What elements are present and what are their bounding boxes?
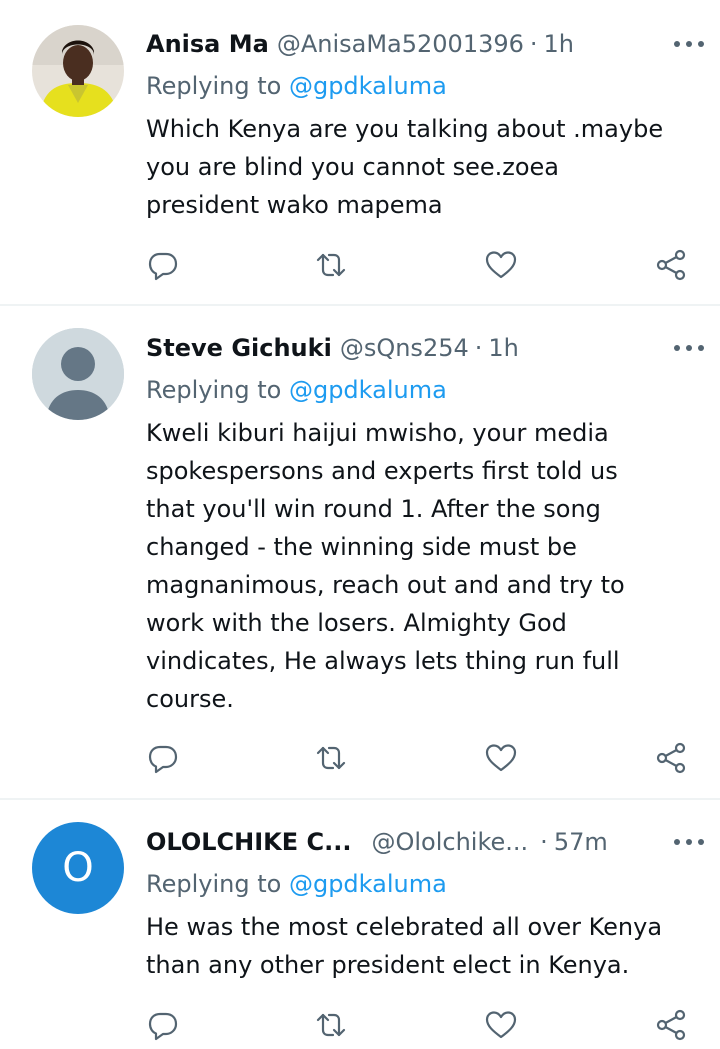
more-options-icon[interactable] [674, 837, 704, 847]
more-options-icon[interactable] [674, 39, 704, 49]
timestamp[interactable]: 1h [488, 334, 518, 362]
tweet-divider [0, 798, 720, 800]
comment-icon[interactable] [146, 248, 180, 282]
replying-to-mention[interactable]: @gpdkaluma [289, 376, 447, 404]
avatar[interactable] [32, 328, 124, 420]
tweet-actions [146, 248, 692, 282]
author-handle[interactable]: @Ololchike... [371, 828, 528, 856]
tweet-text: Which Kenya are you talking about .maybe… [146, 115, 664, 219]
tweet-actions [146, 1008, 692, 1042]
heart-icon[interactable] [484, 248, 518, 282]
author-handle[interactable]: @AnisaMa52001396 [277, 30, 524, 58]
separator-dot: · [529, 30, 538, 58]
timestamp[interactable]: 1h [544, 30, 574, 58]
share-icon[interactable] [654, 248, 688, 282]
tweet-text: He was the most celebrated all over Keny… [146, 913, 663, 979]
timestamp[interactable]: 57m [554, 828, 608, 856]
heart-icon[interactable] [484, 741, 518, 775]
tweet-actions [146, 741, 692, 775]
separator-dot: · [540, 828, 548, 856]
author-handle[interactable]: @sQns254 [340, 334, 469, 362]
author-name[interactable]: Steve Gichuki [146, 334, 332, 362]
replying-to: Replying to @gpdkaluma [146, 376, 447, 404]
avatar-letter: O [62, 845, 94, 891]
heart-icon[interactable] [484, 1008, 518, 1042]
replying-to: Replying to @gpdkaluma [146, 72, 447, 100]
replying-to-mention[interactable]: @gpdkaluma [289, 72, 447, 100]
share-icon[interactable] [654, 741, 688, 775]
share-icon[interactable] [654, 1008, 688, 1042]
replying-to-label: Replying to [146, 72, 282, 100]
comment-icon[interactable] [146, 741, 180, 775]
separator-dot: · [474, 334, 483, 362]
comment-icon[interactable] [146, 1008, 180, 1042]
retweet-icon[interactable] [314, 1008, 348, 1042]
retweet-icon[interactable] [314, 741, 348, 775]
tweet-divider [0, 304, 720, 306]
replying-to-mention[interactable]: @gpdkaluma [289, 870, 447, 898]
tweet-text: Kweli kiburi haijui mwisho, your media s… [146, 419, 625, 713]
more-options-icon[interactable] [674, 343, 704, 353]
replying-to: Replying to @gpdkaluma [146, 870, 447, 898]
author-name[interactable]: OLOLCHIKE C... [146, 828, 351, 856]
avatar[interactable]: O [32, 822, 124, 914]
replying-to-label: Replying to [146, 870, 282, 898]
author-name[interactable]: Anisa Ma [146, 30, 269, 58]
retweet-icon[interactable] [314, 248, 348, 282]
replying-to-label: Replying to [146, 376, 282, 404]
avatar[interactable] [32, 25, 124, 117]
